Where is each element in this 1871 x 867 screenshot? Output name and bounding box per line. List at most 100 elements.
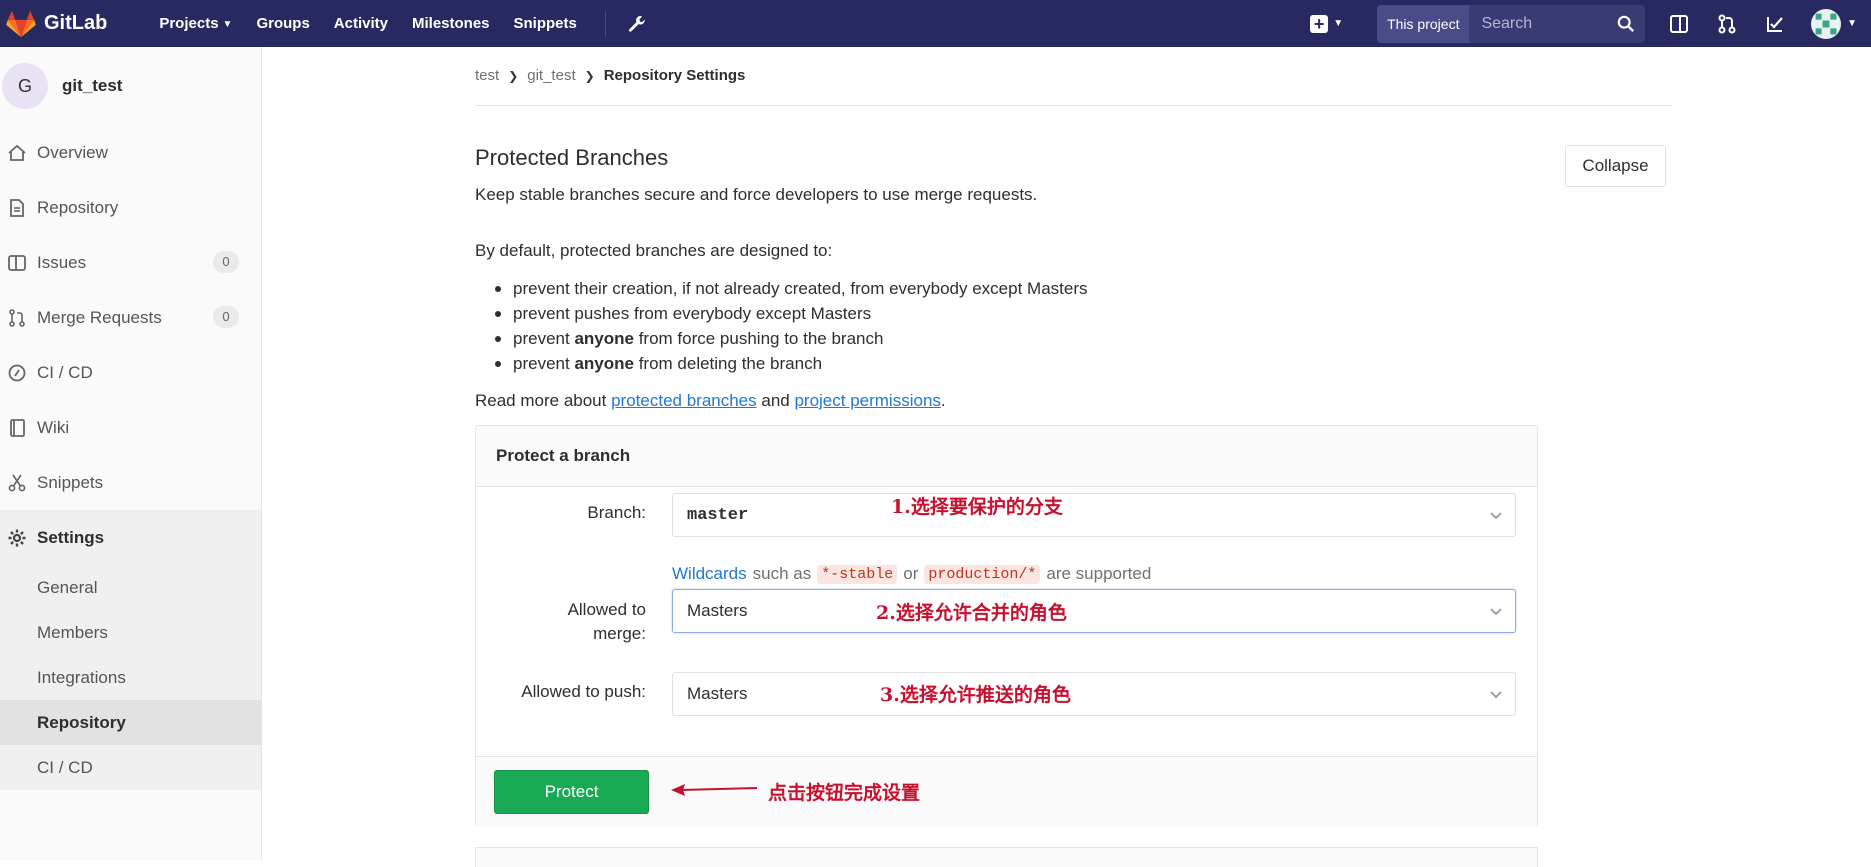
protected-branches-link[interactable]: protected branches — [611, 391, 757, 410]
sidebar-item-repository[interactable]: Repository — [0, 180, 261, 235]
chevron-down-icon: ▼ — [222, 18, 233, 30]
sidebar-item-label: CI / CD — [37, 362, 93, 382]
protect-button[interactable]: Protect — [494, 770, 649, 814]
label-line: Allowed to — [567, 600, 646, 619]
scissors-icon — [6, 472, 28, 494]
search-box: This project Search — [1377, 4, 1646, 43]
breadcrumb-current[interactable]: Repository Settings — [604, 67, 746, 84]
sidebar-subitem-general[interactable]: General — [0, 565, 261, 610]
nav-right: + ▼ This project Search ▼ — [1310, 0, 1871, 47]
sidebar-item-wiki[interactable]: Wiki — [0, 400, 261, 455]
tanuki-icon — [6, 10, 36, 37]
list-item-text: prevent — [513, 354, 575, 373]
list-item: prevent pushes from everybody except Mas… — [495, 301, 1088, 326]
search-placeholder: Search — [1481, 14, 1533, 32]
breadcrumb-divider — [475, 105, 1672, 106]
nav-snippets[interactable]: Snippets — [514, 15, 577, 32]
user-avatar[interactable] — [1811, 8, 1842, 39]
code-sample-stable: *-stable — [817, 564, 898, 584]
sidebar-toggle-icon[interactable] — [1667, 12, 1691, 36]
search-icon — [1617, 15, 1635, 32]
gitlab-logo[interactable]: GitLab — [6, 10, 107, 38]
read-more-mid: and — [756, 391, 795, 410]
list-item: prevent anyone from force pushing to the… — [495, 326, 1088, 351]
search-scope-badge[interactable]: This project — [1377, 4, 1470, 43]
todo-icon[interactable] — [1763, 12, 1787, 36]
intro-text: By default, protected branches are desig… — [475, 241, 833, 260]
book-icon — [6, 417, 28, 439]
chevron-down-icon: ▼ — [1847, 18, 1857, 29]
plus-icon: + — [1310, 14, 1329, 33]
code-sample-production: production/* — [924, 564, 1041, 584]
merge-select-value: Masters — [687, 601, 748, 620]
breadcrumb-group[interactable]: test — [475, 67, 499, 84]
allowed-to-push-select[interactable]: Masters 3.选择允许推送的角色 — [672, 672, 1516, 716]
main-nav: Projects ▼ Groups Activity Milestones Sni… — [159, 10, 646, 37]
main-content: test ❯ git_test ❯ Repository Settings Pr… — [263, 47, 1871, 867]
next-panel-edge — [475, 847, 1538, 867]
list-item-text: prevent — [513, 329, 575, 348]
project-name: git_test — [62, 76, 123, 95]
gear-icon — [6, 527, 28, 549]
merge-request-icon[interactable] — [1715, 12, 1739, 36]
collapse-button[interactable]: Collapse — [1565, 145, 1666, 187]
wildcards-link[interactable]: Wildcards — [672, 564, 747, 584]
sidebar-subitem-integrations[interactable]: Integrations — [0, 655, 261, 700]
sidebar-item-merge-requests[interactable]: Merge Requests 0 — [0, 290, 261, 345]
breadcrumb-project[interactable]: git_test — [527, 67, 575, 84]
annotation-step-2: 2.选择允许合并的角色 — [876, 602, 1067, 624]
sidebar-item-overview[interactable]: Overview — [0, 125, 261, 180]
chevron-down-icon — [1490, 512, 1502, 520]
sidebar-subitem-ci-cd[interactable]: CI / CD — [0, 745, 261, 790]
branch-select[interactable]: master 1.选择要保护的分支 — [672, 493, 1516, 537]
branch-label: Branch: — [587, 503, 646, 522]
list-item: prevent their creation, if not already c… — [495, 276, 1088, 301]
sidebar-item-settings[interactable]: Settings — [0, 510, 261, 565]
allowed-to-push-label: Allowed to push: — [521, 682, 646, 701]
annotation-step-1: 1.选择要保护的分支 — [891, 496, 1063, 518]
sidebar-item-label: Settings — [37, 527, 105, 547]
chevron-down-icon — [1490, 608, 1502, 616]
nav-projects[interactable]: Projects ▼ — [159, 15, 232, 32]
help-text: such as — [752, 564, 812, 583]
search-input[interactable]: Search — [1469, 4, 1646, 43]
nav-divider — [604, 10, 606, 37]
allowed-to-merge-select[interactable]: Masters 2.选择允许合并的角色 — [672, 589, 1516, 633]
sidebar-item-label: Snippets — [37, 472, 104, 492]
sidebar-item-issues[interactable]: Issues 0 — [0, 235, 261, 290]
push-select-value: Masters — [687, 684, 748, 703]
project-avatar: G — [2, 63, 48, 109]
sidebar-subitem-repository[interactable]: Repository — [0, 700, 261, 745]
help-text: or — [903, 564, 919, 583]
list-item: prevent anyone from deleting the branch — [495, 351, 1088, 376]
nav-milestones[interactable]: Milestones — [412, 15, 490, 32]
sidebar-item-ci-cd[interactable]: CI / CD — [0, 345, 261, 400]
home-icon — [6, 142, 28, 164]
list-item-text: prevent their creation, if not already c… — [513, 279, 1088, 298]
identicon-icon — [1815, 13, 1837, 34]
new-item-button[interactable]: + ▼ — [1310, 14, 1344, 33]
wrench-icon[interactable] — [628, 15, 646, 33]
section-title: Protected Branches — [475, 145, 669, 170]
breadcrumb: test ❯ git_test ❯ Repository Settings — [475, 67, 745, 84]
project-permissions-link[interactable]: project permissions — [794, 391, 940, 410]
merge-request-icon — [6, 307, 28, 329]
sidebar-subitem-members[interactable]: Members — [0, 610, 261, 655]
brand-name: GitLab — [44, 12, 108, 34]
allowed-to-merge-label: Allowed to merge: — [496, 598, 646, 646]
merge-requests-count-badge: 0 — [213, 306, 239, 328]
issues-icon — [6, 252, 28, 274]
panel-title: Protect a branch — [476, 426, 1537, 487]
annotation-step-3: 3.选择允许推送的角色 — [880, 684, 1071, 706]
settings-group: Settings General Members Integrations Re… — [0, 510, 261, 790]
sidebar-item-label: Merge Requests — [37, 307, 162, 327]
nav-groups[interactable]: Groups — [256, 15, 309, 32]
nav-activity[interactable]: Activity — [334, 15, 388, 32]
top-navbar: GitLab Projects ▼ Groups Activity Milesto… — [0, 0, 1871, 47]
sidebar-item-snippets[interactable]: Snippets — [0, 455, 261, 510]
sidebar-item-label: Overview — [37, 142, 108, 162]
list-item-text: prevent pushes from everybody except Mas… — [513, 304, 872, 323]
chevron-down-icon: ▼ — [1333, 18, 1344, 29]
doc-icon — [6, 197, 28, 219]
project-header[interactable]: G git_test — [0, 47, 261, 125]
